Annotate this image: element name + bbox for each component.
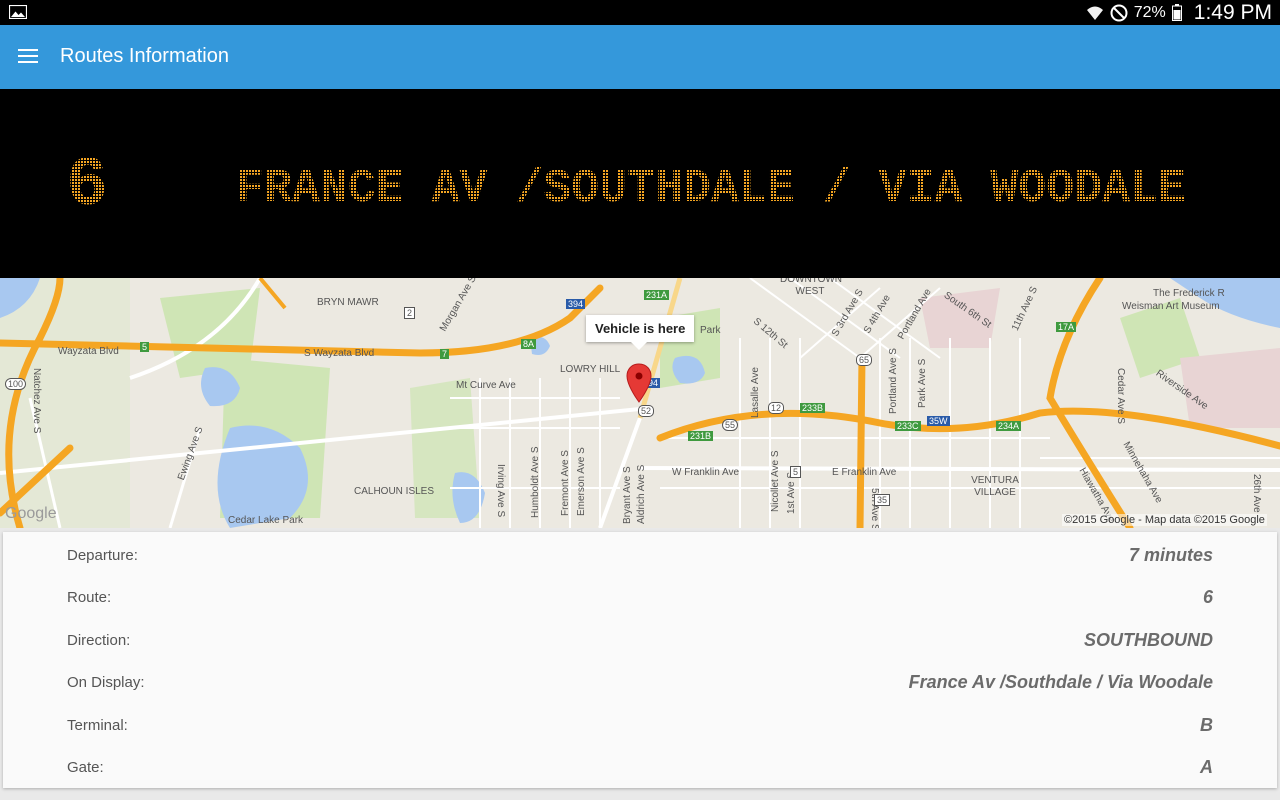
map-label: Park Ave S — [917, 358, 928, 408]
map-label: Lasalle Ave — [750, 367, 761, 418]
map-label: S Wayzata Blvd — [304, 348, 375, 359]
detail-value: France Av /Southdale / Via Woodale — [908, 672, 1213, 692]
route-shield: 52 — [638, 405, 655, 417]
clock: 1:49 PM — [1193, 0, 1272, 24]
detail-value: 6 — [1202, 587, 1213, 607]
route-shield: 231B — [688, 431, 714, 441]
detail-row-gate: Gate: A — [3, 746, 1277, 788]
map-label: 26th Ave — [1251, 474, 1262, 513]
map-label: Park — [700, 325, 721, 336]
map-label: Wayzata Blvd — [58, 346, 119, 357]
do-not-disturb-icon — [1110, 4, 1128, 21]
route-shield: 231A — [644, 290, 670, 300]
detail-value: A — [1200, 757, 1213, 777]
map-label: Nicollet Ave S — [770, 450, 781, 512]
map-label: Cedar Ave S — [1115, 368, 1126, 424]
battery-icon — [1171, 4, 1182, 21]
route-shield: 100 — [5, 378, 27, 390]
route-shield: 394 — [566, 299, 586, 309]
map-label: Aldrich Ave S — [636, 464, 647, 524]
google-logo: Google — [5, 505, 57, 522]
map-label: Cedar Lake Park — [228, 515, 304, 526]
route-shield: 12 — [768, 402, 785, 414]
map-label: Bryant Ave S — [622, 466, 633, 524]
led-destination: FRANCE AV /SOUTHDALE / VIA WOODALE — [236, 163, 1186, 216]
map-label: 1st Ave S — [786, 471, 797, 514]
status-right: 72% 1:49 PM — [1086, 0, 1272, 25]
route-details-card: Departure: 7 minutes Route: 6 Direction:… — [3, 532, 1277, 788]
map-label: Portland Ave S — [888, 348, 899, 414]
map-label: W Franklin Ave — [672, 467, 740, 478]
map-label: E Franklin Ave — [832, 467, 897, 478]
route-shield: 8A — [521, 339, 537, 349]
wifi-icon — [1086, 6, 1103, 20]
map-label: BRYN MAWR — [317, 297, 379, 308]
map-attribution[interactable]: ©2015 Google - Map data ©2015 Google — [1062, 514, 1267, 526]
route-shield: 35W — [927, 416, 950, 426]
detail-label: Route: — [67, 589, 112, 606]
detail-label: Direction: — [67, 632, 131, 649]
route-shield: 5 — [790, 466, 802, 478]
detail-label: On Display: — [67, 674, 145, 691]
status-bar: 72% 1:49 PM — [0, 0, 1280, 25]
led-display: 6 FRANCE AV /SOUTHDALE / VIA WOODALE — [0, 89, 1280, 278]
route-shield: 35 — [874, 494, 891, 506]
route-shield: 234A — [996, 421, 1022, 431]
route-shield: 5 — [140, 342, 150, 352]
route-shield: 17A — [1056, 322, 1077, 332]
map-label: LOWRY HILL — [560, 364, 621, 375]
map-label: VENTURA VILLAGE — [971, 475, 1019, 498]
page-title: Routes Information — [60, 45, 229, 67]
map-label: DOWNTOWN WEST — [780, 278, 843, 297]
map-label: Natchez Ave S — [31, 368, 42, 434]
map-label: CALHOUN ISLES — [354, 486, 435, 497]
detail-row-route: Route: 6 — [3, 576, 1277, 618]
route-shield: 7 — [440, 349, 450, 359]
detail-row-departure: Departure: 7 minutes — [3, 534, 1277, 576]
detail-value: SOUTHBOUND — [1084, 630, 1213, 650]
route-shield: 233C — [895, 421, 921, 431]
map-label: The Frederick R — [1153, 288, 1225, 299]
route-shield: 233B — [800, 403, 826, 413]
route-shield: 2 — [404, 307, 416, 319]
detail-label: Gate: — [67, 759, 104, 776]
detail-row-direction: Direction: SOUTHBOUND — [3, 619, 1277, 661]
map-label: Mt Curve Ave — [456, 380, 516, 391]
led-sign: 6 FRANCE AV /SOUTHDALE / VIA WOODALE — [66, 147, 1186, 226]
led-route-number: 6 — [66, 147, 108, 226]
gallery-icon — [9, 5, 27, 19]
map-label: Emerson Ave S — [576, 447, 587, 516]
route-shield: 55 — [722, 419, 739, 431]
detail-label: Terminal: — [67, 717, 128, 734]
route-shield: 65 — [856, 354, 873, 366]
map-label: Weisman Art Museum — [1122, 301, 1220, 312]
menu-icon[interactable] — [18, 48, 38, 64]
detail-value: B — [1200, 715, 1213, 735]
detail-row-terminal: Terminal: B — [3, 704, 1277, 746]
battery-percent: 72% — [1133, 3, 1166, 21]
detail-row-on-display: On Display: France Av /Southdale / Via W… — [3, 661, 1277, 703]
map-label: Irving Ave S — [495, 464, 506, 518]
detail-value: 7 minutes — [1128, 545, 1213, 565]
map-label: Fremont Ave S — [560, 450, 571, 516]
app-bar: Routes Information — [0, 25, 1280, 89]
detail-label: Departure: — [67, 547, 138, 564]
vehicle-callout[interactable]: Vehicle is here — [586, 315, 695, 350]
map-pin-icon[interactable] — [626, 363, 652, 403]
map-label: Humboldt Ave S — [530, 446, 541, 518]
